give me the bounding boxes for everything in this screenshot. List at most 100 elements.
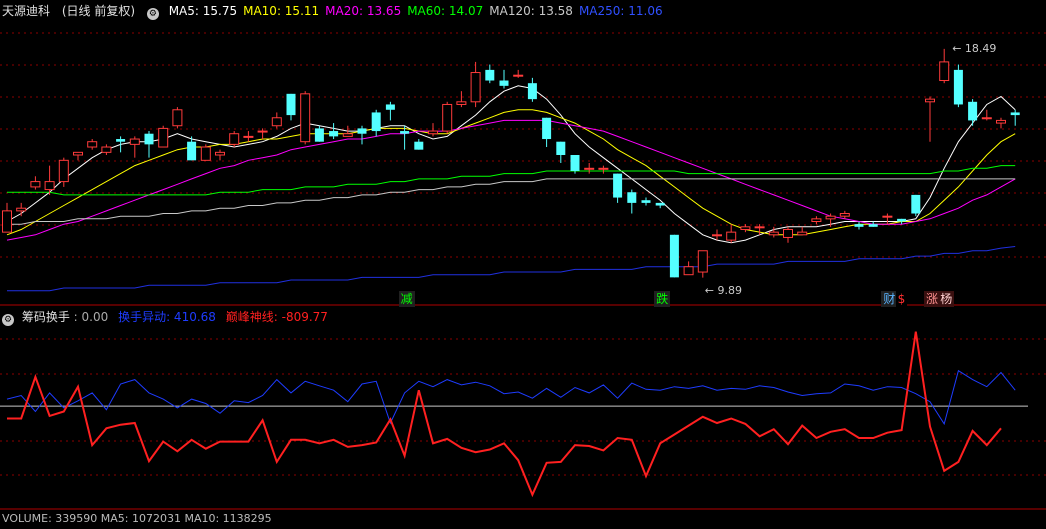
candle-body bbox=[598, 167, 609, 170]
candle-body bbox=[400, 131, 410, 134]
grid-lines bbox=[0, 32, 1046, 510]
candle-body bbox=[953, 69, 963, 105]
candle-body bbox=[683, 266, 694, 276]
candle bbox=[627, 189, 637, 214]
candle bbox=[286, 93, 296, 121]
candle-body bbox=[882, 215, 893, 218]
candle-body bbox=[414, 141, 424, 150]
ma-line-ma60 bbox=[7, 165, 1016, 196]
min-price-label: ← 9.89 bbox=[704, 283, 743, 297]
candle-body bbox=[712, 234, 722, 237]
candle bbox=[655, 202, 665, 209]
candle bbox=[200, 144, 211, 161]
peak-line bbox=[7, 331, 1002, 498]
ma-legend-item: MA10: 15.11 bbox=[243, 4, 320, 18]
ma-legend-item: MA250: 11.06 bbox=[578, 4, 663, 18]
candle-body bbox=[385, 104, 395, 110]
candle-body bbox=[783, 228, 793, 238]
moving-average-lines bbox=[6, 85, 1016, 292]
candle bbox=[641, 197, 651, 206]
candle-body bbox=[868, 224, 878, 227]
candle-body bbox=[981, 117, 992, 120]
candle bbox=[428, 123, 438, 137]
candle-body bbox=[158, 127, 169, 148]
candle-body bbox=[797, 231, 808, 236]
peak-line-label: 巅峰神线: -809.77 bbox=[225, 310, 328, 324]
signal-marker: 跌 bbox=[654, 291, 671, 307]
indicator-settings-icon[interactable]: ⚙ bbox=[2, 314, 14, 326]
candle-body bbox=[669, 234, 679, 278]
candle bbox=[414, 139, 424, 150]
stock-name: 天源迪科 bbox=[2, 4, 51, 18]
candle-body bbox=[726, 231, 737, 241]
candle-body bbox=[442, 103, 453, 132]
candle bbox=[2, 202, 12, 233]
ma-legend: MA5: 15.75 MA10: 15.11 MA20: 13.65 MA60: 14… bbox=[169, 4, 669, 18]
candle bbox=[243, 131, 254, 142]
candle-body bbox=[257, 130, 268, 133]
candle bbox=[385, 101, 395, 121]
candle bbox=[996, 117, 1006, 129]
candle bbox=[740, 224, 751, 233]
candle-body bbox=[527, 83, 537, 100]
indicator-value: : 0.00 bbox=[73, 310, 109, 324]
candle-body bbox=[485, 69, 495, 81]
candle bbox=[513, 69, 524, 78]
turnover-anomaly-line bbox=[6, 369, 1016, 426]
candle bbox=[499, 69, 509, 89]
candle bbox=[939, 48, 950, 84]
candle-body bbox=[371, 112, 381, 132]
candle-body bbox=[570, 155, 580, 171]
candle-body bbox=[499, 80, 509, 86]
candle-body bbox=[30, 181, 41, 188]
candle-body bbox=[897, 218, 907, 222]
volume-label: VOLUME: 339590 MA5: 1072031 MA10: 113829… bbox=[2, 512, 272, 525]
candle bbox=[442, 101, 453, 134]
candle bbox=[44, 165, 55, 195]
candle bbox=[697, 250, 708, 278]
candle bbox=[30, 176, 41, 190]
candle bbox=[527, 77, 537, 102]
candle bbox=[981, 109, 992, 121]
candle bbox=[314, 125, 324, 142]
candle-body bbox=[839, 213, 850, 217]
candle-body bbox=[271, 117, 282, 127]
candle-body bbox=[215, 151, 225, 156]
candle-body bbox=[556, 141, 566, 155]
candle bbox=[144, 131, 154, 158]
candle-body bbox=[470, 72, 481, 103]
signal-marker: 杨 bbox=[938, 291, 955, 307]
candle bbox=[470, 61, 481, 108]
candle-body bbox=[357, 128, 367, 134]
max-price-label: ← 18.49 bbox=[952, 41, 997, 55]
ma-legend-item: MA120: 13.58 bbox=[489, 4, 573, 18]
candle bbox=[129, 136, 140, 158]
candle bbox=[925, 96, 935, 142]
candle bbox=[371, 109, 381, 137]
candle-body bbox=[996, 119, 1006, 124]
candle-body bbox=[200, 146, 211, 161]
candle-body bbox=[754, 226, 765, 229]
volume-header: VOLUME: 339590 MA5: 1072031 MA10: 113829… bbox=[0, 509, 278, 529]
candle-body bbox=[768, 231, 779, 236]
candle-body bbox=[655, 202, 665, 206]
settings-gear-icon[interactable]: ⚙ bbox=[146, 8, 159, 20]
stock-chart bbox=[0, 32, 1046, 510]
candle-body bbox=[968, 101, 978, 121]
candle bbox=[953, 64, 963, 108]
ma-line-ma120 bbox=[7, 178, 1016, 225]
candle-body bbox=[58, 159, 69, 183]
candle bbox=[854, 221, 864, 230]
candle bbox=[556, 141, 566, 163]
candle bbox=[598, 165, 609, 174]
indicator-lines bbox=[0, 331, 1028, 498]
candle-body bbox=[811, 218, 822, 222]
candle-body bbox=[697, 250, 708, 273]
candle bbox=[726, 224, 737, 243]
turnover-anomaly-label: 换手异动: 410.68 bbox=[118, 310, 216, 324]
candle-body bbox=[286, 93, 296, 116]
candlesticks bbox=[2, 48, 1020, 278]
ma-line-ma250 bbox=[7, 246, 1016, 292]
candle-body bbox=[584, 167, 595, 170]
candle bbox=[570, 155, 580, 174]
